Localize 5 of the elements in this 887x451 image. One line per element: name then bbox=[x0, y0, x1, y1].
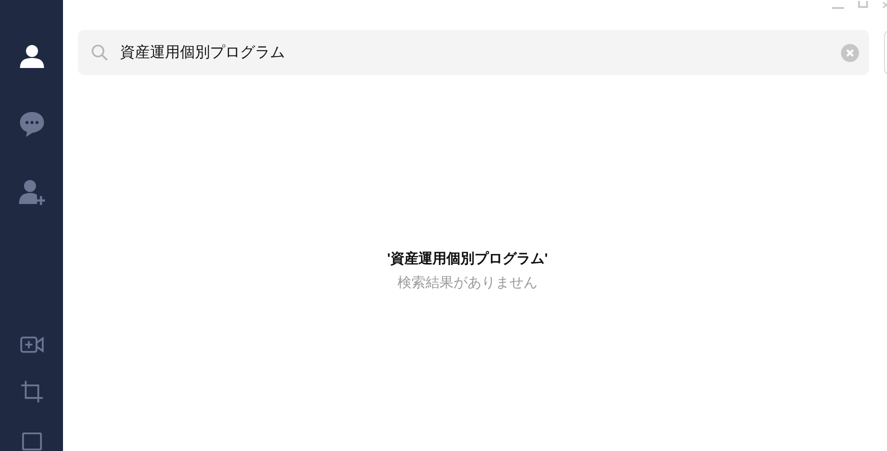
search-field[interactable]: 資産運用個別プログラム bbox=[78, 30, 869, 75]
no-results-message: 検索結果がありません bbox=[398, 273, 538, 292]
search-icon bbox=[91, 44, 108, 61]
search-query: '資産運用個別プログラム' bbox=[387, 249, 548, 268]
crop-icon[interactable] bbox=[18, 380, 44, 404]
